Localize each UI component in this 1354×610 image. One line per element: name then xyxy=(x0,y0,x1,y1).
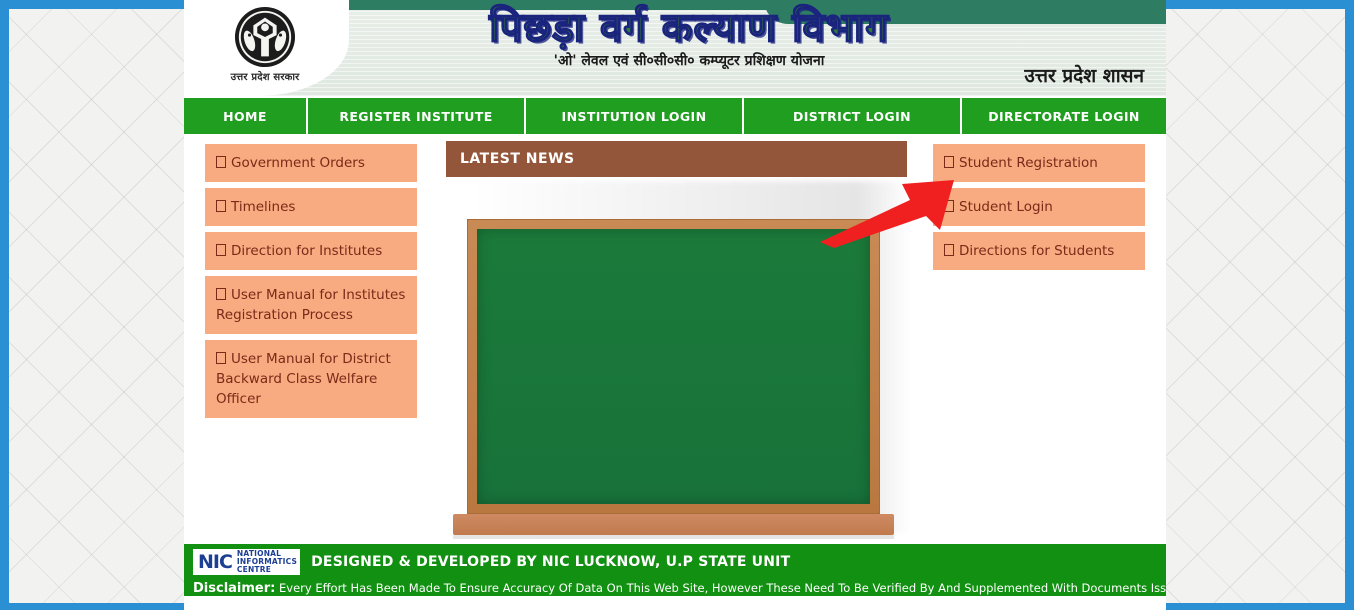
sidebar-item-label: Direction for Institutes xyxy=(231,243,383,259)
state-emblem: उत्तर प्रदेश सरकार xyxy=(209,6,321,83)
sidebar-item-user-manual-institutes-registration[interactable]: User Manual for Institutes Registration … xyxy=(205,276,417,334)
latest-news-header: LATEST NEWS xyxy=(446,141,907,177)
bullet-icon xyxy=(216,156,226,168)
latest-news-panel: LATEST NEWS xyxy=(446,141,910,539)
bullet-icon xyxy=(216,352,226,364)
nic-logo-words: NATIONAL INFORMATICS CENTRE xyxy=(234,550,297,574)
site-title-hindi: पिछड़ा वर्ग कल्याण विभाग xyxy=(489,5,889,51)
bullet-icon xyxy=(216,200,226,212)
sidebar-item-student-registration[interactable]: Student Registration xyxy=(933,144,1145,182)
disclaimer-text: Every Effort Has Been Made To Ensure Acc… xyxy=(279,581,1166,595)
nav-item-district-login[interactable]: DISTRICT LOGIN xyxy=(744,98,962,134)
sidebar-item-label: User Manual for Institutes Registration … xyxy=(216,287,406,323)
page-content: Government Orders Timelines Direction fo… xyxy=(184,134,1166,544)
bullet-icon xyxy=(944,244,954,256)
footer-disclaimer: Disclaimer: Every Effort Has Been Made T… xyxy=(184,580,1166,596)
website-page: उत्तर प्रदेश सरकार पिछड़ा वर्ग कल्याण वि… xyxy=(184,0,1166,610)
sidebar-item-government-orders[interactable]: Government Orders xyxy=(205,144,417,182)
nav-item-directorate-login[interactable]: DIRECTORATE LOGIN xyxy=(962,98,1166,134)
chalkboard-image xyxy=(467,219,880,514)
nav-item-home[interactable]: HOME xyxy=(184,98,308,134)
nav-item-institution-login[interactable]: INSTITUTION LOGIN xyxy=(526,98,744,134)
emblem-caption: उत्तर प्रदेश सरकार xyxy=(230,72,300,83)
chalkboard-ledge xyxy=(453,514,894,539)
bullet-icon xyxy=(944,156,954,168)
sidebar-item-direction-for-institutes[interactable]: Direction for Institutes xyxy=(205,232,417,270)
nav-item-register-institute[interactable]: REGISTER INSTITUTE xyxy=(308,98,526,134)
sidebar-item-label: Directions for Students xyxy=(959,243,1115,259)
site-header-banner: उत्तर प्रदेश सरकार पिछड़ा वर्ग कल्याण वि… xyxy=(184,0,1166,96)
sidebar-item-student-login[interactable]: Student Login xyxy=(933,188,1145,226)
sidebar-item-label: User Manual for District Backward Class … xyxy=(216,351,391,407)
government-label: उत्तर प्रदेश शासन xyxy=(1024,65,1144,87)
sidebar-item-label: Government Orders xyxy=(231,155,365,171)
bullet-icon xyxy=(216,288,226,300)
bullet-icon xyxy=(944,200,954,212)
sidebar-item-timelines[interactable]: Timelines xyxy=(205,188,417,226)
main-navigation: HOME REGISTER INSTITUTE INSTITUTION LOGI… xyxy=(184,96,1166,134)
sidebar-item-user-manual-district-officer[interactable]: User Manual for District Backward Class … xyxy=(205,340,417,418)
banner-title-block: पिछड़ा वर्ग कल्याण विभाग 'ओ' लेवल एवं सी… xyxy=(359,5,1019,70)
browser-viewport: उत्तर प्रदेश सरकार पिछड़ा वर्ग कल्याण वि… xyxy=(0,0,1354,610)
site-subtitle-hindi: 'ओ' लेवल एवं सी०सी०सी० कम्प्यूटर प्रशिक्… xyxy=(553,53,825,69)
latest-news-body xyxy=(446,177,910,539)
uttar-pradesh-state-emblem-icon xyxy=(234,6,296,68)
sidebar-item-directions-for-students[interactable]: Directions for Students xyxy=(933,232,1145,270)
disclaimer-label: Disclaimer: xyxy=(193,581,276,596)
bullet-icon xyxy=(216,244,226,256)
sidebar-item-label: Student Login xyxy=(959,199,1053,215)
sidebar-item-label: Student Registration xyxy=(959,155,1098,171)
nic-word-centre: CENTRE xyxy=(236,565,272,574)
site-footer: NIC NATIONAL INFORMATICS CENTRE DESIGNED… xyxy=(184,544,1166,596)
footer-credit-row: NIC NATIONAL INFORMATICS CENTRE DESIGNED… xyxy=(184,544,1166,580)
left-sidebar: Government Orders Timelines Direction fo… xyxy=(205,144,417,424)
right-sidebar: Student Registration Student Login Direc… xyxy=(933,144,1145,276)
sidebar-item-label: Timelines xyxy=(231,199,296,215)
nic-logo: NIC NATIONAL INFORMATICS CENTRE xyxy=(193,549,301,575)
nic-logo-mark: NIC xyxy=(198,551,233,573)
footer-credit-text: DESIGNED & DEVELOPED BY NIC LUCKNOW, U.P… xyxy=(311,554,791,570)
chalkboard-surface xyxy=(477,229,870,504)
